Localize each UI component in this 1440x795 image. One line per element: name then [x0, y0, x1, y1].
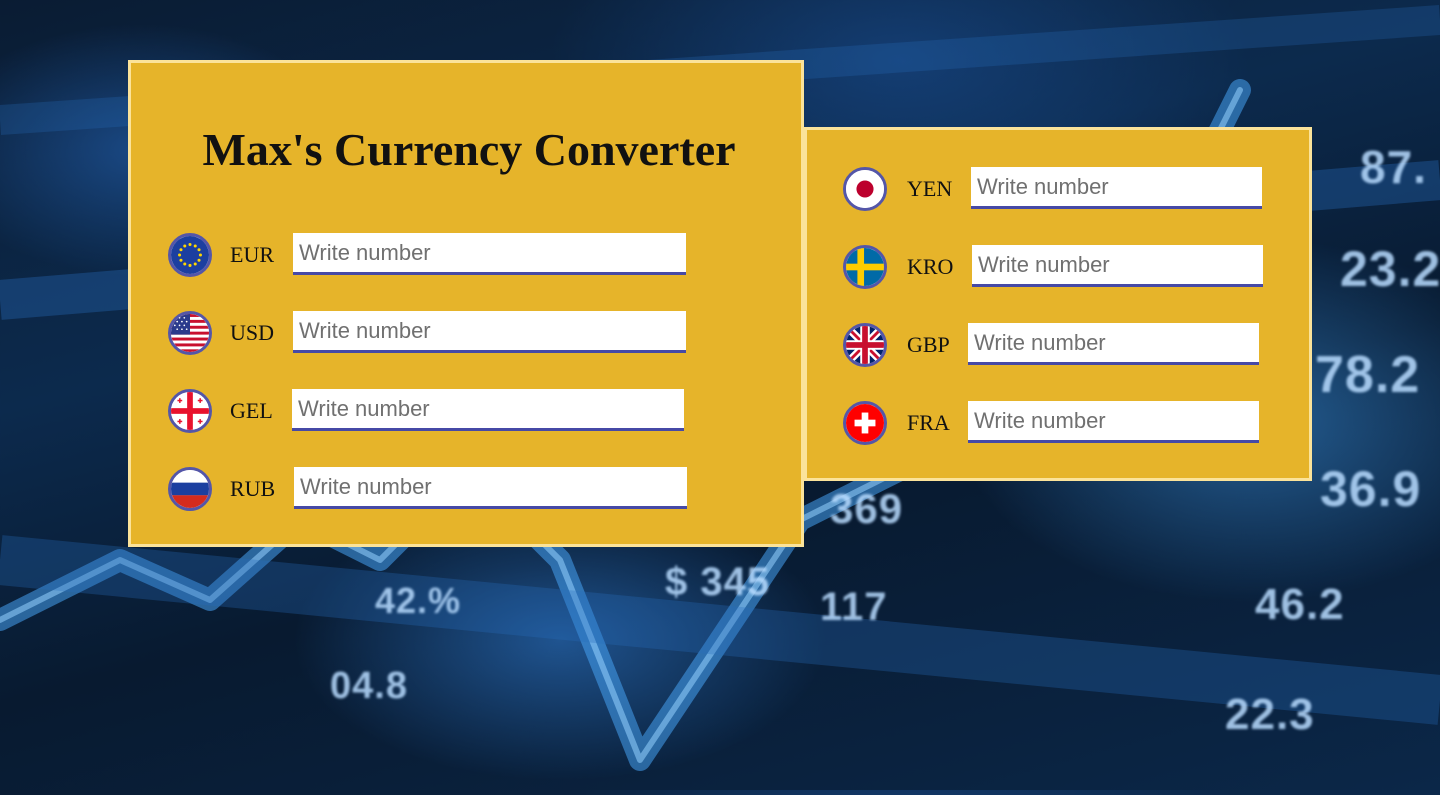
currency-code-gel: GEL: [230, 398, 273, 423]
bg-number: 23.2: [1340, 241, 1440, 297]
converter-panel-left: Max's Currency Converter EUR Write numbe…: [128, 60, 804, 547]
usd-amount-input[interactable]: [293, 311, 686, 353]
bg-number: 22.3: [1225, 690, 1315, 739]
bg-number: 04.8: [330, 665, 408, 707]
currency-row-rub: RUB: [168, 467, 688, 511]
bg-number: 46.2: [1255, 580, 1345, 629]
currency-row-eur: EUR: [168, 233, 688, 277]
uk-flag-icon: [843, 323, 887, 367]
converter-panel-right: YEN KRO GBP: [804, 127, 1312, 481]
japan-flag-icon: [843, 167, 887, 211]
rub-amount-input[interactable]: [294, 467, 687, 509]
gbp-amount-input[interactable]: [968, 323, 1259, 365]
bg-number: 117: [820, 585, 888, 629]
currency-code-eur: EUR: [230, 242, 274, 267]
gel-amount-input[interactable]: [292, 389, 684, 431]
eu-flag-icon: [168, 233, 212, 277]
georgia-flag-icon: [168, 389, 212, 433]
currency-row-yen: YEN: [843, 167, 1303, 211]
switzerland-flag-icon: [843, 401, 887, 445]
currency-code-yen: YEN: [907, 176, 953, 201]
bg-number: 87.: [1360, 141, 1427, 193]
currency-row-kro: KRO: [843, 245, 1303, 289]
kro-amount-input[interactable]: [972, 245, 1263, 287]
bg-number: 78.2: [1315, 346, 1421, 404]
page-title: Max's Currency Converter: [202, 124, 736, 175]
currency-code-usd: USD: [230, 320, 275, 345]
bg-number: 36.9: [1320, 461, 1422, 517]
currency-row-usd: USD: [168, 311, 688, 355]
russia-flag-icon: [168, 467, 212, 511]
currency-code-gbp: GBP: [907, 332, 950, 357]
yen-amount-input[interactable]: [971, 167, 1262, 209]
eur-amount-input[interactable]: [293, 233, 686, 275]
bg-number: $ 345: [665, 560, 771, 604]
bg-number: 42.%: [375, 580, 462, 621]
currency-code-rub: RUB: [230, 476, 276, 501]
currency-row-gbp: GBP: [843, 323, 1303, 367]
us-flag-icon: [168, 311, 212, 355]
currency-code-fra: FRA: [907, 410, 950, 435]
bg-number: 369: [830, 485, 904, 532]
currency-row-fra: FRA: [843, 401, 1303, 445]
sweden-flag-icon: [843, 245, 887, 289]
fra-amount-input[interactable]: [968, 401, 1259, 443]
currency-code-kro: KRO: [907, 254, 954, 279]
currency-row-gel: GEL: [168, 389, 688, 433]
